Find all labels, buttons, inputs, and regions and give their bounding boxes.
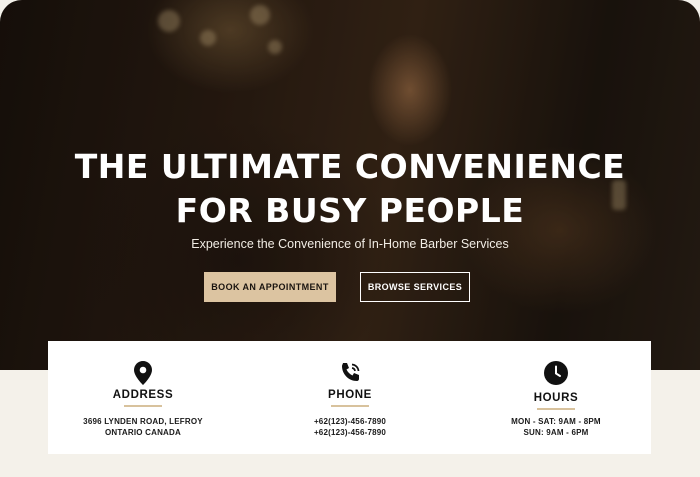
contact-info-card: ADDRESS 3696 LYNDEN ROAD, LEFROY ONTARIO… [48, 341, 651, 454]
address-line-1: 3696 LYNDEN ROAD, LEFROY [83, 417, 203, 426]
hours-title: HOURS [533, 392, 579, 404]
hours-sunday: SUN: 9AM - 6PM [523, 428, 589, 437]
address-block: ADDRESS 3696 LYNDEN ROAD, LEFROY ONTARIO… [48, 341, 238, 454]
phone-icon [342, 363, 360, 381]
address-line-2: ONTARIO CANADA [105, 428, 181, 437]
background-light [158, 10, 180, 32]
address-title: ADDRESS [112, 389, 174, 401]
phone-number-2[interactable]: +62(123)-456-7890 [255, 428, 445, 437]
book-appointment-button[interactable]: BOOK AN APPOINTMENT [204, 272, 336, 302]
address-divider [124, 405, 162, 407]
phone-title: PHONE [328, 389, 372, 401]
hours-block: HOURS MON - SAT: 9AM - 8PM SUN: 9AM - 6P… [461, 341, 651, 454]
page-frame: THE ULTIMATE CONVENIENCE FOR BUSY PEOPLE… [0, 0, 700, 477]
background-light [268, 40, 282, 54]
background-light [200, 30, 216, 46]
clock-icon [544, 361, 568, 385]
hero-title: THE ULTIMATE CONVENIENCE FOR BUSY PEOPLE [0, 145, 700, 233]
map-pin-icon [134, 361, 152, 385]
hero-title-line-2: FOR BUSY PEOPLE [175, 191, 525, 230]
browse-services-button[interactable]: BROWSE SERVICES [360, 272, 470, 302]
hero-section: THE ULTIMATE CONVENIENCE FOR BUSY PEOPLE… [0, 0, 700, 370]
phone-number-1[interactable]: +62(123)-456-7890 [255, 417, 445, 426]
hero-title-line-1: THE ULTIMATE CONVENIENCE [74, 147, 626, 186]
hero-subtitle: Experience the Convenience of In-Home Ba… [191, 237, 509, 251]
phone-divider [331, 405, 369, 407]
hours-weekday: MON - SAT: 9AM - 8PM [511, 417, 601, 426]
phone-block: PHONE +62(123)-456-7890 +62(123)-456-789… [255, 341, 445, 454]
hours-divider [537, 408, 575, 410]
background-light [250, 5, 270, 25]
